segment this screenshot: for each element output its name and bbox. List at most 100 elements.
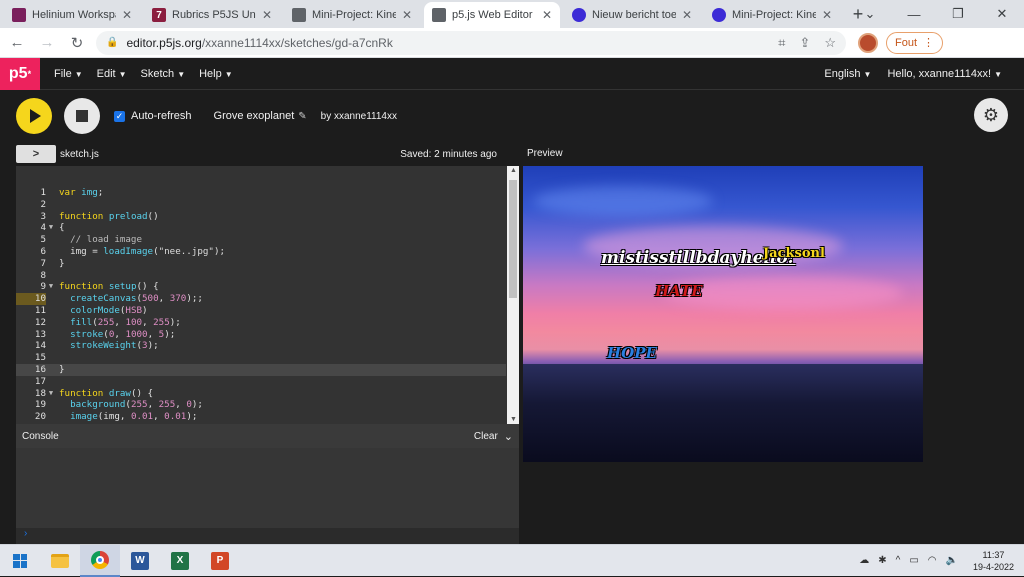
tab-close-icon[interactable]: ✕ (682, 8, 692, 22)
code-lines[interactable]: 1 var img; 2 3 function preload() 4 ▼{5 // loa… (16, 187, 506, 423)
url-input[interactable]: 🔒 editor.p5js.org/xxanne1114xx/sketches/… (96, 30, 846, 55)
reload-icon[interactable]: ↻ (64, 34, 90, 52)
code-line[interactable]: 19 background(255, 255, 0); (16, 399, 506, 411)
tab-close-icon[interactable]: ✕ (262, 8, 272, 22)
translate-icon[interactable]: ⌗ (778, 35, 785, 51)
cloud-icon[interactable]: ☁ (859, 555, 869, 566)
fold-arrow-icon (46, 199, 56, 211)
chevron-up-icon[interactable]: ^ (896, 555, 901, 566)
tab-title: Rubrics P5JS Unit 3 (172, 9, 256, 21)
code-editor[interactable]: 1 var img; 2 3 function preload() 4 ▼{5 // loa… (16, 166, 519, 424)
fold-arrow-icon[interactable]: ▼ (46, 222, 56, 234)
taskbar-chrome[interactable] (80, 544, 120, 577)
chevron-down-icon[interactable]: ⌄ (848, 6, 892, 22)
console-clear-button[interactable]: Clear (474, 431, 498, 442)
scroll-up-icon[interactable]: ▲ (510, 167, 517, 174)
code-line[interactable]: 4 ▼{ (16, 222, 506, 234)
taskbar-powerpoint[interactable]: P (200, 545, 240, 577)
settings-button[interactable]: ⚙ (974, 98, 1008, 132)
taskbar-file-explorer[interactable] (40, 545, 80, 577)
fold-arrow-icon[interactable]: ▼ (46, 281, 56, 293)
tab-close-icon[interactable]: ✕ (122, 8, 132, 22)
tab-close-icon[interactable]: ✕ (822, 8, 832, 22)
console-input[interactable]: › (16, 528, 519, 544)
volume-icon[interactable]: 🔈 (946, 555, 958, 566)
back-icon[interactable]: ← (4, 34, 30, 51)
taskbar-excel[interactable]: X (160, 545, 200, 577)
fold-arrow-icon[interactable]: ▼ (46, 388, 56, 400)
share-icon[interactable]: ⇪ (799, 35, 810, 51)
maximize-icon[interactable]: ❐ (936, 6, 980, 22)
browser-tab[interactable]: p5.js Web Editor | G ✕ (424, 2, 560, 28)
code-line[interactable]: 9 ▼ function setup() { (16, 281, 506, 293)
code-line[interactable]: 15 (16, 352, 506, 364)
start-button[interactable] (0, 545, 40, 577)
tab-title: Nieuw bericht toev (592, 9, 676, 21)
line-number: 11 (34, 304, 46, 316)
windows-logo-icon (13, 553, 27, 568)
browser-tab[interactable]: 7 Rubrics P5JS Unit 3 ✕ (144, 2, 280, 28)
code-line[interactable]: 17 (16, 376, 506, 388)
code-line[interactable]: 1 var img; (16, 187, 506, 199)
browser-tab[interactable]: Mini-Project: Kinetic ✕ (704, 2, 840, 28)
code-line[interactable]: 5 // load image (16, 234, 506, 246)
sketch-name[interactable]: Grove exoplanet (214, 110, 295, 122)
taskbar-word[interactable]: W (120, 545, 160, 577)
line-number: 3 (40, 210, 46, 222)
stop-icon (76, 110, 88, 122)
battery-icon[interactable]: ▭ (909, 555, 918, 566)
stop-button[interactable] (64, 98, 100, 134)
user-menu[interactable]: Hello, xxanne1114xx! ▼ (887, 68, 1002, 80)
editor-scrollbar[interactable]: ▲ ▼ (507, 166, 519, 424)
browser-tab[interactable]: Mini-Project: Kinetic ✕ (284, 2, 420, 28)
line-number: 13 (34, 328, 46, 340)
menu-sketch[interactable]: Sketch ▼ (141, 68, 186, 80)
code-line[interactable]: 12 fill(255, 100, 255); (16, 317, 506, 329)
code-line[interactable]: 3 function preload() (16, 211, 506, 223)
menu-file[interactable]: File ▼ (54, 68, 83, 80)
sketch-preview[interactable]: mistisstillbdayhello! Jacksonl HATE HOPE (523, 166, 923, 462)
browser-tab[interactable]: Helinium Workspace ✕ (4, 2, 140, 28)
wifi-icon[interactable]: ◠ (928, 555, 937, 566)
p5-logo-text: p5 (8, 64, 28, 82)
forward-icon[interactable]: → (34, 34, 60, 51)
p5-logo[interactable]: p5 * (0, 57, 40, 90)
code-line[interactable]: 11 colorMode(HSB) (16, 305, 506, 317)
tab-close-icon[interactable]: ✕ (542, 8, 552, 22)
code-line[interactable]: 20 image(img, 0.01, 0.01); (16, 411, 506, 423)
tab-close-icon[interactable]: ✕ (402, 8, 412, 22)
browser-tab[interactable]: Nieuw bericht toev ✕ (564, 2, 700, 28)
scroll-down-icon[interactable]: ▼ (510, 416, 517, 423)
taskbar-clock[interactable]: 11:37 19-4-2022 (973, 549, 1014, 573)
code-line[interactable]: 10 createCanvas(500, 370);; (16, 293, 506, 305)
toggle-sidebar-button[interactable]: > (16, 145, 56, 163)
play-button[interactable] (16, 98, 52, 134)
bookmark-star-icon[interactable]: ☆ (824, 35, 836, 51)
auto-refresh-toggle[interactable]: ✓ Auto-refresh (114, 110, 192, 122)
code-text: createCanvas(500, 370);; (70, 293, 203, 305)
code-line[interactable]: 6 img = loadImage("nee..jpg"); (16, 246, 506, 258)
bluetooth-icon[interactable]: ✱ (878, 555, 886, 566)
checkbox-checked-icon[interactable]: ✓ (114, 110, 125, 122)
console-header: Console Clear ⌄ (16, 424, 519, 448)
code-line[interactable]: 7} (16, 258, 506, 270)
scrollbar-thumb[interactable] (509, 180, 517, 298)
menu-help[interactable]: Help ▼ (199, 68, 233, 80)
code-line[interactable]: 16} (16, 363, 506, 376)
language-menu[interactable]: English ▼ (824, 68, 871, 80)
menu-edit[interactable]: Edit ▼ (97, 68, 127, 80)
profile-avatar[interactable] (858, 32, 878, 53)
close-icon[interactable]: ✕ (980, 6, 1024, 22)
code-text: { (59, 222, 65, 234)
code-line[interactable]: 18 ▼ function draw() { (16, 388, 506, 400)
profile-error-button[interactable]: Fout ⋮ (886, 31, 944, 54)
code-line[interactable]: 14 strokeWeight(3); (16, 340, 506, 352)
pencil-icon[interactable]: ✎ (298, 111, 306, 122)
powerpoint-icon: P (211, 551, 229, 570)
code-line[interactable]: 8 (16, 270, 506, 282)
code-line[interactable]: 13 stroke(0, 1000, 5); (16, 329, 506, 341)
minimize-icon[interactable]: — (892, 7, 936, 22)
chevron-down-icon[interactable]: ⌄ (504, 430, 513, 443)
code-line[interactable]: 2 (16, 199, 506, 211)
code-text: fill(255, 100, 255); (70, 316, 181, 328)
